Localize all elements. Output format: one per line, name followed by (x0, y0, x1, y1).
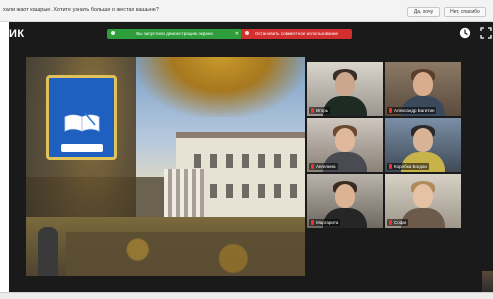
statue (38, 227, 58, 276)
participant-tile[interactable]: Ангелина (307, 118, 383, 172)
building-window (210, 154, 217, 168)
emblem-ribbon (61, 144, 103, 152)
open-book-icon (64, 112, 100, 132)
participant-tile[interactable]: Александр Багитин (385, 62, 461, 116)
participant-face (413, 72, 433, 96)
autumn-foliage (136, 57, 305, 117)
screen-sharing-banner: Вы запустили демонстрацию экрана ✕ (107, 29, 242, 39)
participants-grid: Игорь Александр Багитин Ангелина Коробка… (307, 62, 461, 228)
participant-tile[interactable]: Софи (385, 174, 461, 228)
participant-face (413, 128, 433, 152)
participant-name-tag: Александр Багитин (387, 107, 437, 114)
stop-sharing-button[interactable]: Остановить совместное использование (241, 29, 352, 39)
participant-name-tag: Маргарита (309, 219, 341, 226)
bottom-taskbar-strip (0, 292, 493, 299)
translate-prompt-bar: хали жаот кашрые. Хотите узнать больше о… (0, 0, 493, 22)
participant-face (335, 128, 355, 152)
building-window (242, 154, 249, 168)
building-window (258, 154, 265, 168)
no-thanks-button[interactable]: Нет, спасибо (444, 7, 486, 17)
participant-tile[interactable]: Маргарита (307, 174, 383, 228)
participant-name: Ангелина (316, 164, 336, 169)
participant-tile[interactable]: Игорь (307, 62, 383, 116)
stop-sharing-label: Остановить совместное использование (254, 31, 339, 36)
participant-name: Коробка Богдан (394, 164, 428, 169)
participant-name: Игорь (316, 108, 329, 113)
meeting-stage: ИК Вы запустили демонстрацию экрана ✕ Ос… (9, 22, 493, 292)
school-emblem (46, 75, 117, 160)
participant-name: Александр Багитин (394, 108, 435, 113)
fallen-leaves (66, 232, 305, 276)
mic-muted-icon (311, 219, 314, 225)
mic-muted-icon (311, 163, 314, 169)
mic-muted-icon (389, 219, 392, 225)
building-window (242, 184, 249, 198)
participant-face (413, 184, 433, 208)
shared-screen (26, 57, 305, 276)
building-window (290, 184, 297, 198)
participant-face (335, 184, 355, 208)
app-title: ИК (9, 28, 25, 40)
mic-muted-icon (389, 163, 392, 169)
building-window (274, 184, 281, 198)
participant-name-tag: Игорь (309, 107, 331, 114)
participant-tile-active-speaker[interactable]: Коробка Богдан (385, 118, 461, 172)
building-window (226, 154, 233, 168)
mic-muted-icon (311, 107, 314, 113)
translate-prompt-text: хали жаот кашрые. Хотите узнать больше о… (3, 7, 159, 13)
building-portico (164, 169, 204, 219)
building-window (194, 154, 201, 168)
building-window (274, 154, 281, 168)
participant-name-tag: Ангелина (309, 163, 338, 170)
building-window (210, 184, 217, 198)
screen-sharing-label: Вы запустили демонстрацию экрана (136, 31, 213, 36)
expand-icon[interactable] (480, 27, 492, 39)
participant-name-tag: Софи (387, 219, 408, 226)
building-window (290, 154, 297, 168)
participant-face (335, 72, 355, 96)
building-window (258, 184, 265, 198)
participant-name-tag: Коробка Богдан (387, 163, 430, 170)
yes-button[interactable]: Да, хочу (407, 7, 440, 17)
mic-muted-icon (389, 107, 392, 113)
participant-name: Софи (394, 220, 406, 225)
self-view-thumbnail[interactable] (482, 271, 493, 292)
clock-icon[interactable] (459, 27, 471, 39)
participant-name: Маргарита (316, 220, 339, 225)
dismiss-banner-icon[interactable]: ✕ (235, 29, 239, 39)
building-window (226, 184, 233, 198)
